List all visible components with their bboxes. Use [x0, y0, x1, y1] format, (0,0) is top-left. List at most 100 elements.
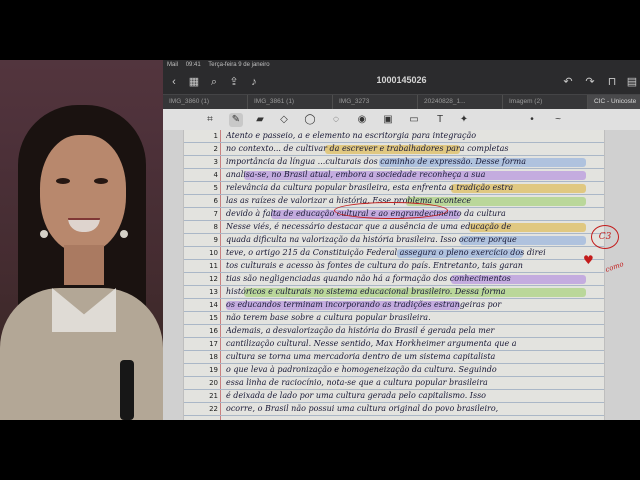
line-number: 18	[209, 353, 218, 361]
handwritten-text: essa linha de raciocínio, nota-se que a …	[226, 378, 488, 387]
essay-line: 19 o que leva à padronização e homogeneiz…	[184, 364, 604, 377]
line-number: 13	[209, 288, 218, 296]
line-number: 14	[209, 301, 218, 309]
handwritten-text: Ademais, a desvalorização da história do…	[226, 326, 495, 335]
handwritten-text: cantilização cultural. Nesse sentido, Ma…	[226, 339, 517, 348]
line-number: 7	[213, 210, 218, 218]
line-number: 3	[213, 158, 218, 166]
status-carrier: Mail	[167, 62, 179, 68]
line-number: 8	[213, 223, 218, 231]
line-number: 1	[213, 132, 218, 140]
handwritten-text: não terem base sobre a cultura popular b…	[226, 313, 431, 322]
line-number: 4	[213, 171, 218, 179]
microphone-cord	[120, 360, 134, 420]
essay-line: 20 essa linha de raciocínio, nota-se que …	[184, 377, 604, 390]
lasso-select-icon[interactable]: ◌	[329, 113, 343, 127]
essay-line: 2 no contexto... de cultivar da escrever …	[184, 143, 604, 156]
drawing-toolbar: ⌗ ✎ ▰ ◇ ◯ ◌ ◉ ▣ ▭ T ✦ • ~	[163, 109, 640, 132]
essay-line: 4 analisa-se, no Brasil atual, embora a s…	[184, 169, 604, 182]
redo-icon[interactable]: ↷	[583, 75, 597, 89]
highlighter-icon[interactable]: ▰	[253, 113, 267, 127]
status-time: 09:41	[185, 62, 201, 68]
magic-icon[interactable]: ✦	[457, 113, 471, 127]
pen-icon[interactable]: ✎	[229, 113, 243, 127]
pages-icon[interactable]: ▤	[625, 75, 639, 89]
annotation-word: como	[604, 259, 625, 275]
status-date: Terça-feira 9 de janeiro	[208, 62, 270, 68]
essay-line: 21 é deixada de lado por uma cultura gera…	[184, 390, 604, 403]
handwritten-text: Atento e passeio, a e elemento na escrit…	[226, 131, 477, 140]
presenter-neck	[64, 245, 104, 285]
bookmark-icon[interactable]: ⊓	[605, 75, 619, 89]
handwritten-text: históricos e culturais no sistema educac…	[226, 287, 506, 296]
essay-line: 18 cultura se torna uma mercadoria dentro…	[184, 351, 604, 364]
note-canvas[interactable]: 1 Atento e passeio, a e elemento na escri…	[163, 130, 640, 420]
camera-icon[interactable]: ◉	[355, 113, 369, 127]
essay-line: 9 quada dificulta na valorização da histó…	[184, 234, 604, 247]
undo-icon[interactable]: ↶	[561, 75, 575, 89]
essay-line: 5 relevância da cultura popular brasileir…	[184, 182, 604, 195]
presenter-shirt	[0, 288, 163, 420]
handwritten-text: no contexto... de cultivar da escrever e…	[226, 144, 509, 153]
presenter-eye	[94, 178, 108, 184]
presenter-face	[40, 135, 126, 253]
essay-line: 17 cantilização cultural. Nesse sentido, …	[184, 338, 604, 351]
essay-line: 12 tias são negligenciadas quando não há …	[184, 273, 604, 286]
handwritten-text: quada dificulta na valorização da histór…	[226, 235, 517, 244]
earring	[120, 230, 128, 238]
handwritten-text: os educandos terminam incorporando as tr…	[226, 300, 502, 309]
essay-line: 1 Atento e passeio, a e elemento na escri…	[184, 130, 604, 143]
image-icon[interactable]: ▣	[381, 113, 395, 127]
shape-icon[interactable]: ◯	[303, 113, 317, 127]
line-number: 16	[209, 327, 218, 335]
wave-icon[interactable]: ~	[551, 113, 565, 127]
tab-20240828[interactable]: 20240828_1...	[418, 95, 503, 109]
line-number: 17	[209, 340, 218, 348]
handwritten-text: teve, o artigo 215 da Constituição Feder…	[226, 248, 546, 257]
handwritten-text: analisa-se, no Brasil atual, embora a so…	[226, 170, 486, 179]
handwritten-text: tos culturais e acesso às fontes de cult…	[226, 261, 523, 270]
line-number: 12	[209, 275, 218, 283]
line-number: 20	[209, 379, 218, 387]
line-number: 10	[209, 249, 218, 257]
tab-img-3273[interactable]: IMG_3273	[333, 95, 418, 109]
essay-line: 16 Ademais, a desvalorização da história …	[184, 325, 604, 338]
tab-cic-unicoste[interactable]: CIC - Unicoste	[588, 95, 640, 109]
video-frame: Mail 09:41 Terça-feira 9 de janeiro ‹ ▦ …	[0, 60, 640, 420]
handwritten-text: Nesse viés, é necessário destacar que a …	[226, 222, 512, 231]
line-number: 11	[209, 262, 218, 270]
earring	[40, 230, 48, 238]
tab-img-3860[interactable]: IMG_3860 (1)	[163, 95, 248, 109]
handwritten-text: ocorre, o Brasil não possui uma cultura …	[226, 404, 499, 413]
presenter-eye	[56, 178, 70, 184]
tab-imagem-2[interactable]: Imagem (2)	[503, 95, 588, 109]
line-number: 5	[213, 184, 218, 192]
essay-line: 15 não terem base sobre a cultura popular…	[184, 312, 604, 325]
handwritten-text: o que leva à padronização e homogeneizaç…	[226, 365, 497, 374]
nav-bar: ‹ ▦ ⌕ ⇪ ♪ 1000145026 ↶ ↷ ⊓ ▤	[163, 70, 640, 94]
handwritten-text: é deixada de lado por uma cultura gerada…	[226, 391, 486, 400]
line-number: 9	[213, 236, 218, 244]
lined-paper: 1 Atento e passeio, a e elemento na escri…	[183, 130, 605, 420]
dot-icon[interactable]: •	[525, 113, 539, 127]
tab-img-3861[interactable]: IMG_3861 (1)	[248, 95, 333, 109]
handwritten-text: cultura se torna uma mercadoria dentro d…	[226, 352, 496, 361]
circled-phrase-marker	[334, 202, 448, 219]
lasso-icon[interactable]: ⌗	[203, 113, 217, 127]
line-number: 21	[209, 392, 218, 400]
sticker-icon[interactable]: ▭	[407, 113, 421, 127]
heart-icon: ♥	[583, 253, 594, 267]
eraser-icon[interactable]: ◇	[277, 113, 291, 127]
notes-app: Mail 09:41 Terça-feira 9 de janeiro ‹ ▦ …	[163, 60, 640, 420]
line-number: 15	[209, 314, 218, 322]
status-bar: Mail 09:41 Terça-feira 9 de janeiro	[163, 60, 640, 70]
webcam-presenter	[0, 60, 163, 420]
text-icon[interactable]: T	[433, 113, 447, 127]
handwritten-text: importância da língua ...culturais dos c…	[226, 157, 526, 166]
handwritten-text: tias são negligenciadas quando não há a …	[226, 274, 511, 283]
grade-circle: C3	[591, 225, 619, 249]
line-number: 6	[213, 197, 218, 205]
essay-line: 8 Nesse viés, é necessário destacar que a…	[184, 221, 604, 234]
tab-bar: IMG_3860 (1) IMG_3861 (1) IMG_3273 20240…	[163, 94, 640, 109]
essay-line: 14 os educandos terminam incorporando as …	[184, 299, 604, 312]
